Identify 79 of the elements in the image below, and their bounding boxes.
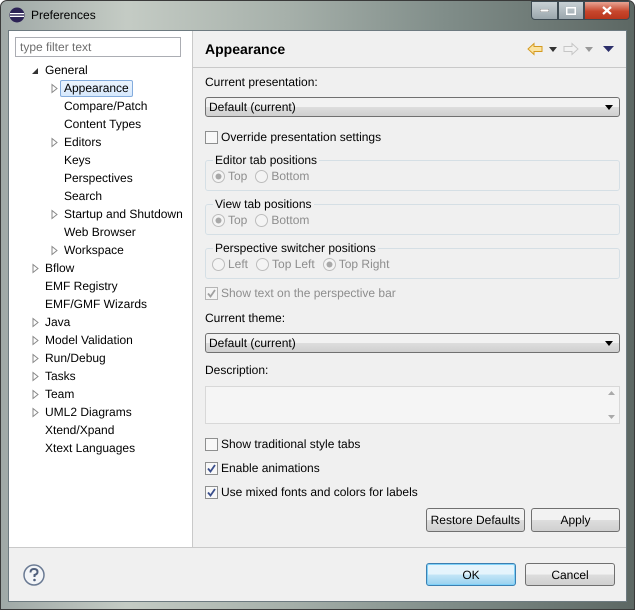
maximize-icon	[566, 6, 576, 14]
expand-icon[interactable]	[49, 208, 60, 220]
radio-label: Top Left	[272, 257, 315, 271]
expand-icon[interactable]	[30, 334, 41, 346]
tree-item[interactable]: Run/Debug	[41, 350, 110, 366]
minimize-icon	[540, 9, 549, 12]
close-icon	[602, 6, 612, 15]
window-title: Preferences	[31, 8, 96, 22]
group-title: Editor tab positions	[214, 153, 318, 167]
caret-icon	[605, 104, 613, 110]
tree-item[interactable]: Startup and Shutdown	[60, 206, 187, 222]
radio-label: Top Right	[338, 257, 390, 271]
expand-icon[interactable]	[49, 136, 60, 148]
caret-icon	[605, 340, 613, 346]
cancel-button[interactable]: Cancel	[525, 563, 615, 586]
close-button[interactable]	[584, 1, 630, 20]
tree-item[interactable]: Content Types	[60, 116, 146, 132]
tree-item[interactable]: Search	[60, 188, 106, 204]
expand-icon[interactable]	[49, 82, 60, 94]
expand-icon[interactable]	[30, 370, 41, 382]
group-title: View tab positions	[214, 197, 313, 211]
tree-item[interactable]: Perspectives	[60, 170, 137, 186]
tree-item[interactable]: General	[41, 62, 92, 78]
radio-label: Bottom	[271, 169, 310, 183]
back-arrow-icon[interactable]	[527, 42, 543, 56]
expand-icon[interactable]	[30, 262, 41, 274]
restore-defaults-button[interactable]: Restore Defaults	[426, 508, 525, 532]
checkbox-label: Show traditional style tabs	[221, 437, 360, 451]
tree-item[interactable]: Xtext Languages	[41, 440, 140, 456]
expand-icon[interactable]	[30, 316, 41, 328]
tree-item[interactable]: Model Validation	[41, 332, 137, 348]
expand-icon[interactable]	[30, 406, 41, 418]
group-title: Perspective switcher positions	[214, 241, 377, 255]
tree-item[interactable]: EMF Registry	[41, 278, 122, 294]
apply-button[interactable]: Apply	[531, 508, 620, 532]
checkbox-label: Override presentation settings	[221, 130, 382, 144]
caret-icon[interactable]	[549, 46, 557, 52]
tree-item[interactable]: Workspace	[60, 242, 128, 258]
menu-icon[interactable]	[603, 46, 614, 52]
scroll-up-icon[interactable]	[608, 391, 614, 395]
dropdown[interactable]: Default (current)	[205, 333, 620, 353]
radio-label: Top	[228, 213, 248, 227]
tree-item[interactable]: EMF/GMF Wizards	[41, 296, 151, 312]
radio-label: Left	[228, 257, 248, 271]
tree-item[interactable]: Compare/Patch	[60, 98, 152, 114]
tree-item[interactable]: Tasks	[41, 368, 80, 384]
scroll-down-icon[interactable]	[608, 415, 614, 419]
filter-field[interactable]: type filter text	[15, 37, 181, 57]
expand-icon[interactable]	[49, 244, 60, 256]
tree-item[interactable]: Keys	[60, 152, 95, 168]
app-icon	[9, 7, 25, 23]
combo-label: Current presentation:	[205, 74, 319, 91]
radio-label: Bottom	[271, 213, 310, 227]
checkbox[interactable]	[205, 130, 218, 144]
tree-item[interactable]: Editors	[60, 134, 106, 150]
checkbox[interactable]	[205, 438, 218, 450]
combo-label: Current theme:	[205, 310, 286, 327]
tree-item[interactable]: Appearance	[60, 80, 133, 96]
help-icon[interactable]	[23, 564, 45, 586]
checkbox-label: Use mixed fonts and colors for labels	[221, 485, 418, 499]
ok-button[interactable]: OK	[426, 563, 516, 586]
tree-item[interactable]: Web Browser	[60, 224, 140, 240]
expand-icon[interactable]	[30, 352, 41, 364]
tree-item[interactable]: Bflow	[41, 260, 78, 276]
radio-label: Top	[228, 169, 248, 183]
checkbox[interactable]	[205, 462, 218, 474]
description-label: Description:	[205, 362, 270, 379]
dropdown[interactable]: Default (current)	[205, 97, 620, 117]
checkbox[interactable]	[205, 486, 218, 498]
tree-item[interactable]: Team	[41, 386, 78, 402]
tree-item[interactable]: Xtend/Xpand	[41, 422, 118, 438]
tree-item[interactable]: UML2 Diagrams	[41, 404, 136, 420]
checkbox-label: Enable animations	[221, 461, 320, 475]
expand-icon[interactable]	[30, 388, 41, 400]
minimize-button[interactable]	[531, 1, 558, 20]
checkbox-label: Show text on the perspective bar	[221, 286, 396, 300]
tree-item[interactable]: Java	[41, 314, 74, 330]
maximize-button[interactable]	[558, 1, 584, 20]
page-title: Appearance	[205, 41, 286, 57]
